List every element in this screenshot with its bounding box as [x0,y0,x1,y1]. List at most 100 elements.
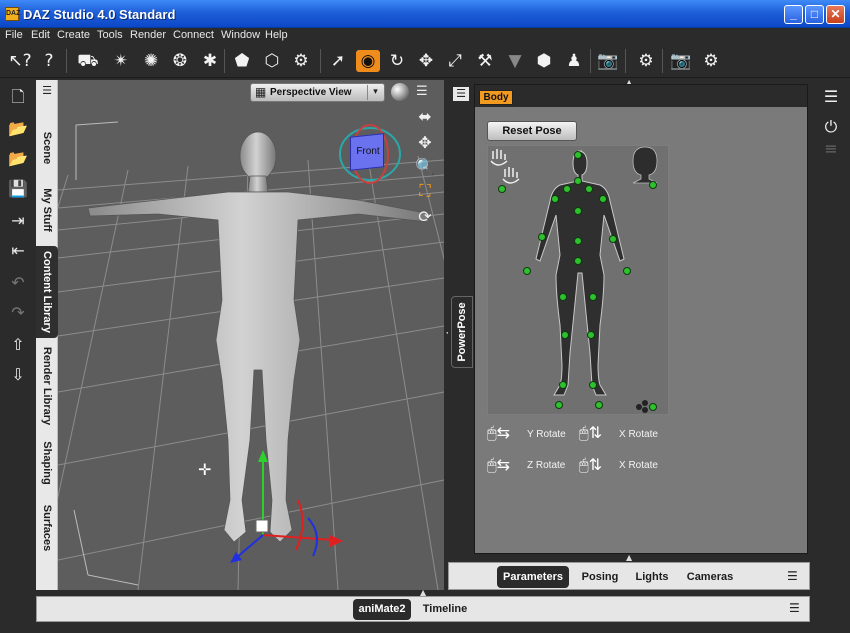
group-icon[interactable]: ⚙ [289,50,313,72]
distant-light-icon[interactable]: ❂ [168,50,192,72]
whats-this-icon[interactable]: ↖? [8,50,32,72]
help-icon[interactable]: ? [37,50,61,72]
reset-pose-button[interactable]: Reset Pose [487,121,577,141]
linear-light-icon[interactable]: ✱ [198,50,222,72]
toolbar-separator [66,49,67,73]
maximize-button[interactable]: □ [805,5,824,24]
3d-viewport[interactable]: ▦ Perspective View ▾ ☰ Front ⬌ ✥ 🔍 ⛶ ⟳ ✛ [58,80,444,590]
tab-posing[interactable]: Posing [573,566,627,588]
render-settings-camera-icon[interactable]: ⚙ [699,50,723,72]
grip-icon: ≡ [824,139,838,158]
powerpose-tool-icon[interactable]: ◉ [356,50,380,72]
right-pane-tabs: Parameters Posing Lights Cameras ☰ [448,562,810,590]
toolbar-separator [625,49,626,73]
tab-animate2[interactable]: aniMate2 [353,599,411,620]
bottom-pane-menu-icon[interactable]: ☰ [789,601,800,615]
funnel-icon[interactable]: ▼ [503,50,527,72]
window-title: DAZ Studio 4.0 Standard [23,7,176,22]
view-cube-label: Front [356,146,380,157]
undo-icon[interactable]: ↶ [6,272,30,294]
pose-map[interactable] [486,144,670,416]
tab-body[interactable]: Body [479,90,513,105]
frame-icon[interactable]: ⛶ [414,180,436,202]
tab-surfaces[interactable]: Surfaces [36,496,58,560]
body-silhouette [486,144,670,416]
save-icon[interactable]: 💾 [6,178,30,200]
rotate-label: Y Rotate [527,429,566,440]
zoom-icon[interactable]: 🔍 [414,156,436,178]
translate-tool-icon[interactable]: ✥ [414,50,438,72]
view-select[interactable]: ▦ Perspective View ▾ [250,83,385,102]
select-tool-icon[interactable]: ➚ [326,50,350,72]
tab-parameters[interactable]: Parameters [497,566,569,588]
draw-style-icon[interactable] [391,83,409,101]
mouse-drag-icon: 🖱⇆ [487,423,511,442]
sync-down-icon[interactable]: ⇩ [6,364,30,386]
mouse-drag-icon: 🖱⇅ [579,455,603,474]
tab-powerpose[interactable]: PowerPose [451,296,473,368]
pane-menu-icon[interactable]: ☰ [39,84,55,98]
point-light-icon[interactable]: ✺ [139,50,163,72]
tab-scene[interactable]: Scene [36,120,58,176]
render-settings-icon[interactable]: ⚙ [634,50,658,72]
power-icon[interactable]: ⏻ [820,116,842,138]
menu-edit[interactable]: Edit [31,29,50,41]
render-icon[interactable]: 📷 [596,50,620,72]
minimize-button[interactable]: _ [784,5,803,24]
menu-connect[interactable]: Connect [173,29,214,41]
rotate-tool-icon[interactable]: ↻ [385,50,409,72]
daz-studio-window: DAZ DAZ Studio 4.0 Standard _ □ ✕ File E… [0,0,850,633]
close-button[interactable]: ✕ [826,5,845,24]
import-icon[interactable]: ⇥ [6,210,30,232]
rotate-label: X Rotate [619,429,658,440]
chevron-down-icon: ▾ [367,85,383,100]
menu-create[interactable]: Create [57,29,90,41]
menu-tools[interactable]: Tools [97,29,123,41]
scale-tool-icon[interactable]: ⤢ [443,50,467,72]
right-pane-menu-icon[interactable]: ☰ [787,569,798,583]
rotate-label: Z Rotate [527,460,566,471]
export-icon[interactable]: ⇤ [6,240,30,262]
camera-icon[interactable]: 📷 [669,50,693,72]
tab-timeline[interactable]: Timeline [417,599,473,620]
pane-menu-icon[interactable]: ☰ [820,86,842,108]
right-toolbar: ☰ ⏻ ≡ [812,80,850,590]
redo-icon[interactable]: ↷ [6,302,30,324]
open-folder-icon[interactable]: 📂 [6,118,30,140]
tab-shaping[interactable]: Shaping [36,436,58,490]
tab-label: Shaping [41,441,53,485]
tab-label: PowerPose [456,302,468,362]
pan-icon[interactable]: ✥ [414,132,436,154]
menu-window[interactable]: Window [221,29,260,41]
joint-editor-icon[interactable]: ⚒ [473,50,497,72]
tab-lights[interactable]: Lights [629,566,675,588]
new-file-icon[interactable]: 🗋 [6,86,30,108]
primitive-icon[interactable]: ⬟ [230,50,254,72]
tab-content-library[interactable]: Content Library [36,246,58,338]
menu-help[interactable]: Help [265,29,288,41]
powerpose-menu-icon[interactable]: ☰ [453,87,469,101]
tab-cameras[interactable]: Cameras [679,566,741,588]
new-camera-icon[interactable]: ⛟ [76,50,100,72]
sync-up-icon[interactable]: ⇧ [6,334,30,356]
tab-my-stuff[interactable]: My Stuff [36,180,58,240]
menu-render[interactable]: Render [130,29,166,41]
orbit-icon[interactable]: ⟳ [414,206,436,228]
cube-primitive-icon[interactable]: ⬡ [260,50,284,72]
figure-icon[interactable]: ♟ [562,50,586,72]
spotlight-icon[interactable]: ✴ [109,50,133,72]
merge-folder-icon[interactable]: 📂 [6,148,30,170]
collapse-down-arrow[interactable]: ▲ [626,553,632,562]
viewport-menu-icon[interactable]: ☰ [416,84,428,99]
bottom-pane-tabs: aniMate2 Timeline ☰ [36,596,810,622]
grid-frame [73,121,139,586]
dolly-icon[interactable]: ⬌ [414,106,436,128]
powerpose-panel: Body Reset Pose 🖱⇆ Y Rotate 🖱⇅ X Rotate … [474,84,808,554]
file-toolbar: 🗋 📂 📂 💾 ⇥ ⇤ ↶ ↷ ⇧ ⇩ [0,80,36,590]
surface-selection-icon[interactable]: ⬢ [532,50,556,72]
menu-file[interactable]: File [5,29,23,41]
view-cube[interactable]: Front [338,122,402,186]
title-bar[interactable]: DAZ DAZ Studio 4.0 Standard _ □ ✕ [0,0,850,28]
tab-label: Scene [41,131,53,165]
tab-render-library[interactable]: Render Library [36,342,58,430]
